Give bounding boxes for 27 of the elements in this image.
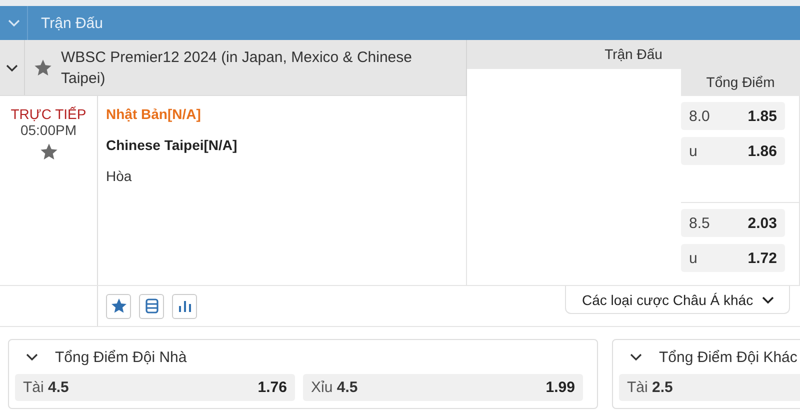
league-name: WBSC Premier12 2024 (in Japan, Mexico & Chinese Taipei) bbox=[61, 48, 413, 88]
column-header: Tổng Điểm bbox=[705, 73, 776, 92]
bar-chart-icon bbox=[176, 298, 192, 314]
star-icon[interactable] bbox=[33, 58, 53, 78]
more-bets-dropdown[interactable]: Các loại cược Châu Á khác bbox=[565, 286, 790, 314]
section-title: Trận Đấu bbox=[41, 14, 103, 32]
market-group-title: Trận Đấu bbox=[604, 45, 664, 64]
live-status: TRỰC TIẾP bbox=[10, 106, 86, 122]
team-name: Chinese Taipei[N/A] bbox=[106, 137, 238, 153]
odds-button[interactable]: 8.0 1.85 bbox=[681, 102, 785, 130]
odds-button[interactable]: u 1.86 bbox=[681, 137, 785, 165]
star-icon bbox=[110, 297, 128, 315]
odds-button[interactable]: 8.5 2.03 bbox=[681, 209, 785, 237]
odds-button[interactable]: u 1.72 bbox=[681, 244, 785, 272]
stats-button[interactable] bbox=[172, 294, 197, 318]
odds-button[interactable]: Xỉu 4.5 1.99 bbox=[303, 374, 583, 401]
odds-button[interactable]: Tài 4.5 1.76 bbox=[15, 374, 295, 401]
match-time: 05:00PM bbox=[20, 122, 77, 138]
card-title: Tổng Điểm Đội Khác bbox=[659, 348, 798, 366]
team-name: Hòa bbox=[106, 168, 133, 184]
layout-button[interactable] bbox=[139, 294, 164, 318]
team-name: Nhật Bản[N/A] bbox=[106, 106, 202, 122]
odds-button[interactable]: Tài 2.5 bbox=[619, 374, 800, 401]
star-icon[interactable] bbox=[38, 142, 58, 162]
stacked-rows-icon bbox=[144, 298, 160, 314]
card-title: Tổng Điểm Đội Nhà bbox=[55, 348, 187, 366]
favorite-button[interactable] bbox=[106, 294, 131, 318]
